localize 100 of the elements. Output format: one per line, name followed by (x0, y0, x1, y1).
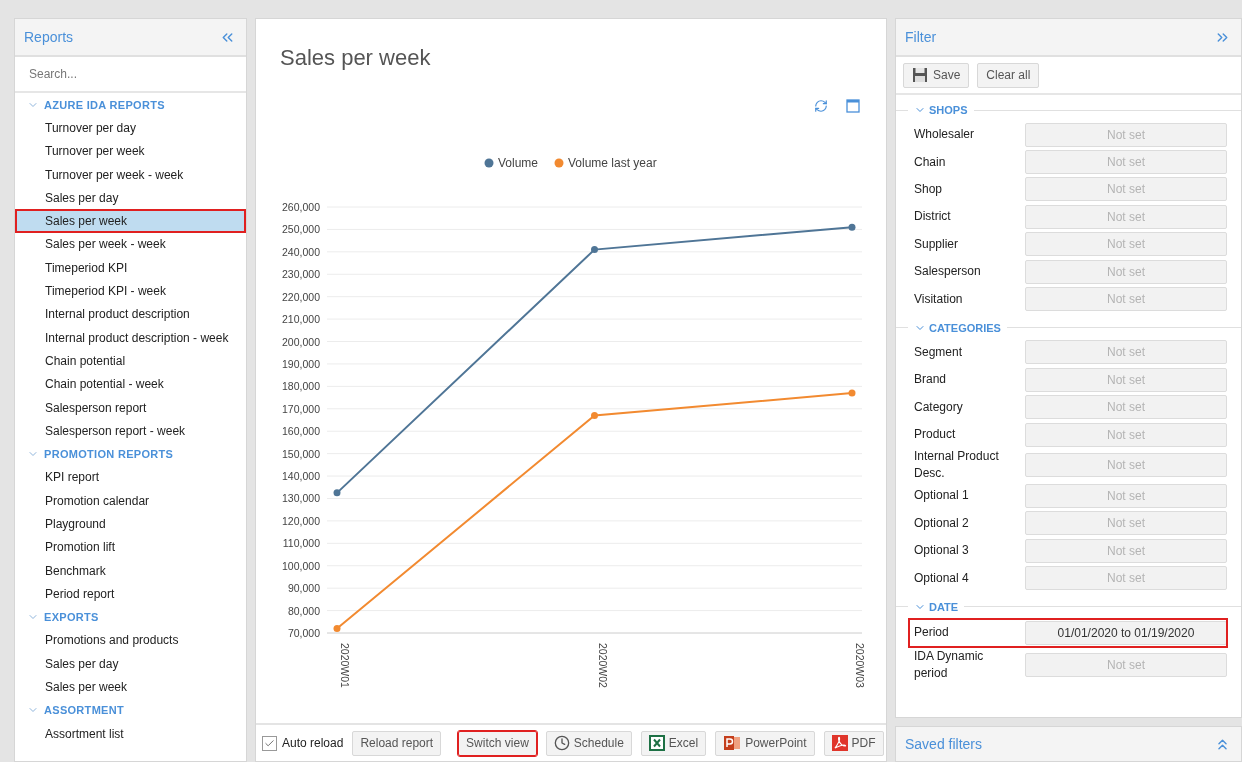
y-axis-label: 110,000 (282, 537, 320, 550)
filter-label: Optional 4 (914, 569, 970, 587)
data-point (848, 389, 856, 397)
maximize-icon[interactable] (846, 99, 860, 113)
filter-field[interactable]: Not set (1025, 422, 1227, 447)
y-axis-label: 220,000 (282, 290, 320, 303)
filter-field[interactable]: Not set (1025, 259, 1227, 284)
toolbar-button[interactable]: Switch view (458, 730, 537, 756)
y-axis-label: 180,000 (282, 380, 320, 393)
report-item[interactable]: Period report (15, 582, 246, 606)
toolbar-button[interactable]: PowerPoint (715, 730, 815, 756)
filter-field[interactable]: Not set (1025, 566, 1227, 591)
y-axis-label: 160,000 (282, 425, 320, 438)
y-axis-label: 210,000 (282, 313, 320, 326)
legend-item[interactable]: Volume last year (554, 156, 657, 170)
y-axis-label: 250,000 (282, 223, 320, 236)
filter-label: Optional 3 (914, 542, 970, 560)
report-item[interactable]: Turnover per day (15, 116, 246, 140)
filter-field[interactable]: Not set (1025, 367, 1227, 392)
report-item[interactable]: Promotions and products (15, 628, 246, 653)
filter-label: Supplier (914, 235, 960, 253)
filter-field[interactable]: 01/01/2020 to 01/19/2020 (1025, 620, 1227, 645)
filter-label: Salesperson (914, 263, 982, 281)
report-item[interactable]: Turnover per week (15, 139, 246, 163)
filter-label: Product (914, 426, 957, 444)
filter-label: IDA Dynamic period (914, 647, 985, 682)
x-axis-label: 2020W01 (339, 643, 351, 688)
data-point (333, 489, 341, 497)
report-item[interactable]: Chain potential - week (15, 372, 246, 396)
spreadsheet-icon (648, 735, 665, 751)
filter-field[interactable]: Not set (1025, 511, 1227, 536)
y-axis-label: 240,000 (282, 245, 320, 258)
filter-field[interactable]: Not set (1025, 453, 1227, 478)
filter-field[interactable]: Not set (1025, 150, 1227, 175)
check-icon (264, 737, 275, 749)
y-axis-label: 230,000 (282, 268, 320, 281)
filter-field[interactable]: Not set (1025, 204, 1227, 229)
filter-field[interactable]: Not set (1025, 340, 1227, 365)
report-item[interactable]: Internal product description - week (15, 325, 246, 350)
filter-field[interactable]: Not set (1025, 484, 1227, 508)
filter-field[interactable]: Not set (1025, 177, 1227, 202)
filter-label: Wholesaler (914, 126, 976, 144)
report-item[interactable]: Promotion calendar (15, 489, 246, 513)
panel-title: Filter (905, 29, 937, 45)
report-item[interactable]: Internal product description (15, 302, 246, 326)
report-item[interactable]: KPI report (15, 465, 246, 490)
filter-label: Category (914, 398, 964, 416)
checkbox-label: Auto reload (282, 736, 344, 750)
toolbar-button[interactable]: PDF (823, 730, 884, 756)
report-item[interactable]: Sales per week (15, 675, 246, 699)
filter-label: Internal Product Desc. (914, 448, 1000, 483)
filter-button[interactable]: Clear all (977, 62, 1040, 88)
report-item[interactable]: Sales per week - week (15, 232, 246, 257)
filter-field[interactable]: Not set (1025, 287, 1227, 312)
x-axis-label: 2020W02 (596, 643, 609, 688)
filter-label: Segment (914, 343, 964, 361)
report-item[interactable]: Playground (15, 512, 246, 536)
legend-item[interactable]: Volume (484, 156, 539, 170)
filter-label: Chain (914, 153, 947, 171)
filter-button[interactable]: Save (903, 62, 970, 88)
y-axis-label: 190,000 (282, 357, 320, 370)
filter-field[interactable]: Not set (1025, 538, 1227, 563)
legend-label: Volume (498, 156, 539, 170)
filter-label: Shop (914, 180, 944, 198)
data-point (848, 223, 856, 231)
filter-label: Brand (914, 371, 948, 389)
report-item[interactable]: Salesperson report - week (15, 419, 246, 443)
report-item[interactable]: Benchmark (15, 558, 246, 583)
refresh-icon[interactable] (814, 99, 828, 113)
filter-field[interactable]: Not set (1025, 232, 1227, 257)
report-item[interactable]: Promotion lift (15, 535, 246, 559)
toolbar-button[interactable]: Schedule (545, 730, 632, 756)
data-point (333, 625, 341, 632)
data-point (591, 412, 598, 419)
filter-label: Visitation (914, 290, 964, 308)
report-item[interactable]: Sales per week (15, 209, 246, 233)
filter-field[interactable]: Not set (1025, 122, 1227, 147)
report-item[interactable]: Salesperson report (15, 395, 246, 420)
toolbar-button[interactable]: Excel (640, 730, 707, 756)
report-item[interactable]: Chain potential (15, 349, 246, 373)
x-axis-label: 2020W03 (854, 643, 866, 688)
panel-title: Reports (24, 29, 74, 45)
report-item[interactable]: Sales per day (15, 186, 246, 210)
report-item[interactable]: Timeperiod KPI (15, 256, 246, 280)
filter-field[interactable]: Not set (1025, 395, 1227, 420)
report-title: Sales per week (280, 45, 432, 71)
y-axis-label: 150,000 (282, 447, 320, 460)
y-axis-label: 100,000 (282, 559, 320, 572)
pdf-icon (831, 735, 848, 751)
report-item[interactable]: Turnover per week - week (15, 162, 246, 187)
y-axis-label: 90,000 (287, 582, 320, 595)
panel-title: Saved filters (905, 736, 983, 752)
report-item[interactable]: Assortment list (15, 722, 246, 746)
report-item[interactable]: Sales per day (15, 652, 246, 676)
y-axis-label: 80,000 (287, 604, 320, 617)
report-item[interactable]: Timeperiod KPI - week (15, 279, 246, 303)
y-axis-label: 260,000 (282, 201, 320, 213)
filter-field[interactable]: Not set (1025, 652, 1227, 677)
checkbox[interactable] (262, 735, 277, 751)
toolbar-button[interactable]: Reload report (352, 730, 442, 756)
